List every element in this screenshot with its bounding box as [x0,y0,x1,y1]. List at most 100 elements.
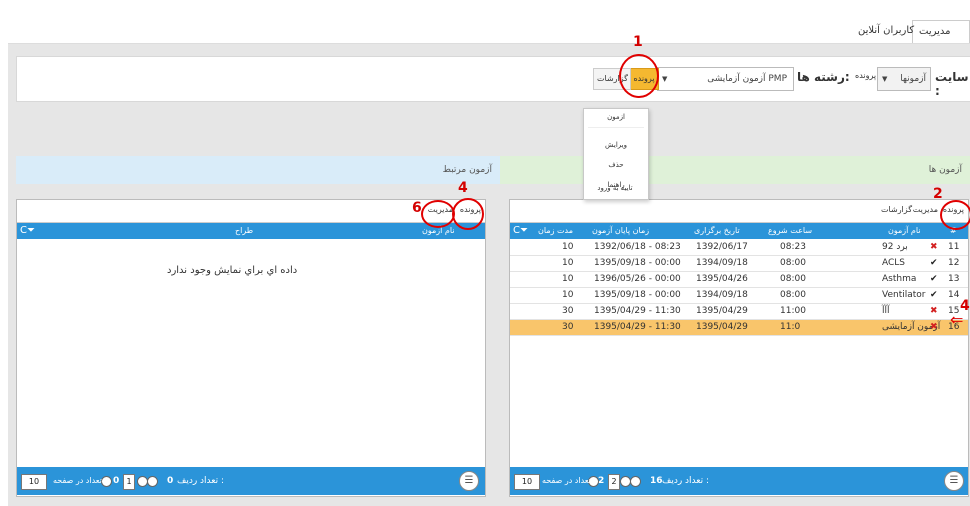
row-date: 1394/09/18 [696,258,748,268]
next-page-button[interactable] [147,476,158,487]
active-icon: ✔ [930,258,938,268]
grid-manage-button[interactable]: مدیریت [913,205,938,214]
table-row[interactable]: 15 آآآ 11:00 1395/04/29 1395/04/29 - 11:30 30… [510,304,968,320]
site-label: سایت : [935,70,969,98]
row-end-time: 1395/09/18 - 00:00 [594,258,681,268]
annotation-circle-2 [940,200,970,230]
menu-item-edit[interactable]: ویرایش [584,141,648,149]
rows-count-value: 16 [650,476,663,486]
last-page-button[interactable] [137,476,148,487]
row-start-time: 08:00 [780,258,806,268]
row-start-time: 08:00 [780,290,806,300]
chevron-down-icon: ▼ [662,75,668,83]
related-grid: پرونده مدیریت نام آزمون طراح C⏷ داده اي … [16,199,486,497]
grid-reports-button[interactable]: گزارشات [881,205,912,214]
tab-online-users[interactable]: کاربران آنلاین [852,20,920,42]
row-exam-name: Ventilator [882,290,926,300]
filter-toolbar: سایت : آزمونها ▼ پرونده رشته ها: آزمون آ… [16,56,970,102]
menu-circle-button[interactable]: ☰ [459,471,479,491]
row-date: 1392/06/17 [696,242,748,252]
row-duration: 30 [562,306,574,316]
filter-icon[interactable]: C⏷ [513,223,528,239]
table-row[interactable]: 16 آزمون آزمایشی 11:0 1395/04/29 1395/04/29 … [510,320,968,336]
file-label-small: پرونده [855,71,877,80]
tab-exam-management[interactable]: مدیریت آزمون [912,20,970,59]
page-input[interactable]: 2 [608,474,620,490]
annotation-1: 1 [633,34,643,50]
active-icon: ✔ [930,290,938,300]
row-duration: 30 [562,322,574,332]
related-grid-footer: ☰ تعداد ردیف : 0 1 0 تعداد در صفحه 10 [17,467,485,495]
row-end-time: 1392/06/18 - 08:23 [594,242,681,252]
row-duration: 10 [562,274,574,284]
col-exam-name[interactable]: نام آزمون [888,223,921,239]
row-duration: 10 [562,258,574,268]
inactive-icon: ✖ [930,242,938,252]
menu-item-delete[interactable]: حذف [584,161,648,169]
row-date: 1394/09/18 [696,290,748,300]
row-start-time: 11:00 [780,306,806,316]
col-date[interactable]: تاریخ برگزاری [694,223,740,239]
table-row[interactable]: 13 Asthma 08:00 1395/04/26 1396/05/26 - 00:0… [510,272,968,288]
annotation-arrow-icon: ⇐ [950,310,964,329]
col-duration[interactable]: مدت زمان [538,223,573,239]
row-id: 12 [948,258,960,268]
page-total: 0 [113,476,120,486]
last-page-button[interactable] [620,476,631,487]
fields-label: رشته ها: [797,70,850,84]
menu-item-exam[interactable]: ازمون [584,113,648,121]
row-duration: 10 [562,290,574,300]
filter-icon[interactable]: C⏷ [20,223,35,239]
table-row[interactable]: 11 برد 92 08:23 1392/06/17 1392/06/18 - 08:2… [510,240,968,256]
row-start-time: 11:0 [780,322,801,332]
rows-count-label: تعداد ردیف : [662,476,710,486]
table-row[interactable]: 14 Ventilator 08:00 1394/09/18 1395/09/18 - … [510,288,968,304]
col-designer[interactable]: طراح [235,223,253,239]
rows-count-value: 0 [167,476,174,486]
row-end-time: 1395/04/29 - 11:30 [594,306,681,316]
row-exam-name: ACLS [882,258,906,268]
row-date: 1395/04/26 [696,274,748,284]
related-grid-header: نام آزمون طراح C⏷ [17,223,485,239]
row-date: 1395/04/29 [696,306,748,316]
exam-select-value: آزمون آزمایشی PMP [707,74,787,84]
exam-select[interactable]: آزمون آزمایشی PMP ▼ [657,67,794,91]
annotation-6: 6 [412,200,422,216]
row-end-time: 1395/09/18 - 00:00 [594,290,681,300]
annotation-4-right: 4 [458,180,468,196]
menu-item-confirm-entry[interactable]: تایید به ورود [583,184,647,192]
col-start-time[interactable]: ساعت شروع [768,223,812,239]
row-date: 1395/04/29 [696,322,748,332]
exams-panel-header: آزمون ها [500,156,970,184]
row-duration: 10 [562,242,574,252]
chevron-down-icon: ▼ [882,75,888,83]
per-page-select[interactable]: 10 [21,474,47,490]
site-select[interactable]: آزمونها ▼ [877,67,931,91]
next-page-button[interactable] [630,476,641,487]
per-page-label: تعداد در صفحه [542,476,591,485]
row-exam-name: آآآ [882,306,890,316]
row-start-time: 08:00 [780,274,806,284]
row-id: 14 [948,290,960,300]
related-panel-header: آزمون مرتبط [16,156,500,184]
menu-circle-button[interactable]: ☰ [944,471,964,491]
empty-message: داده اي براي نمايش وجود ندارد [167,265,298,276]
table-row[interactable]: 12 ACLS 08:00 1394/09/18 1395/09/18 - 00:00 1… [510,256,968,272]
col-end-time[interactable]: زمان پایان آزمون [592,223,649,239]
annotation-circle-4 [452,198,484,230]
per-page-label: تعداد در صفحه [53,476,102,485]
exams-grid-header: # نام آزمون ساعت شروع تاریخ برگزاری زمان… [510,223,968,239]
site-select-value: آزمونها [900,74,926,84]
exams-grid: پرونده مدیریت گزارشات # نام آزمون ساعت ش… [509,199,969,497]
rows-count-label: تعداد ردیف : [177,476,225,486]
exams-grid-footer: ☰ تعداد ردیف : 16 2 2 تعداد در صفحه 10 [510,467,968,495]
page-input[interactable]: 1 [123,474,135,490]
row-exam-name: برد 92 [882,242,908,252]
row-start-time: 08:23 [780,242,806,252]
menu-divider [588,127,644,128]
active-icon: ✔ [930,274,938,284]
annotation-circle-6 [421,200,455,228]
per-page-select[interactable]: 10 [514,474,540,490]
prev-page-button[interactable] [101,476,112,487]
annotation-2: 2 [933,186,943,202]
